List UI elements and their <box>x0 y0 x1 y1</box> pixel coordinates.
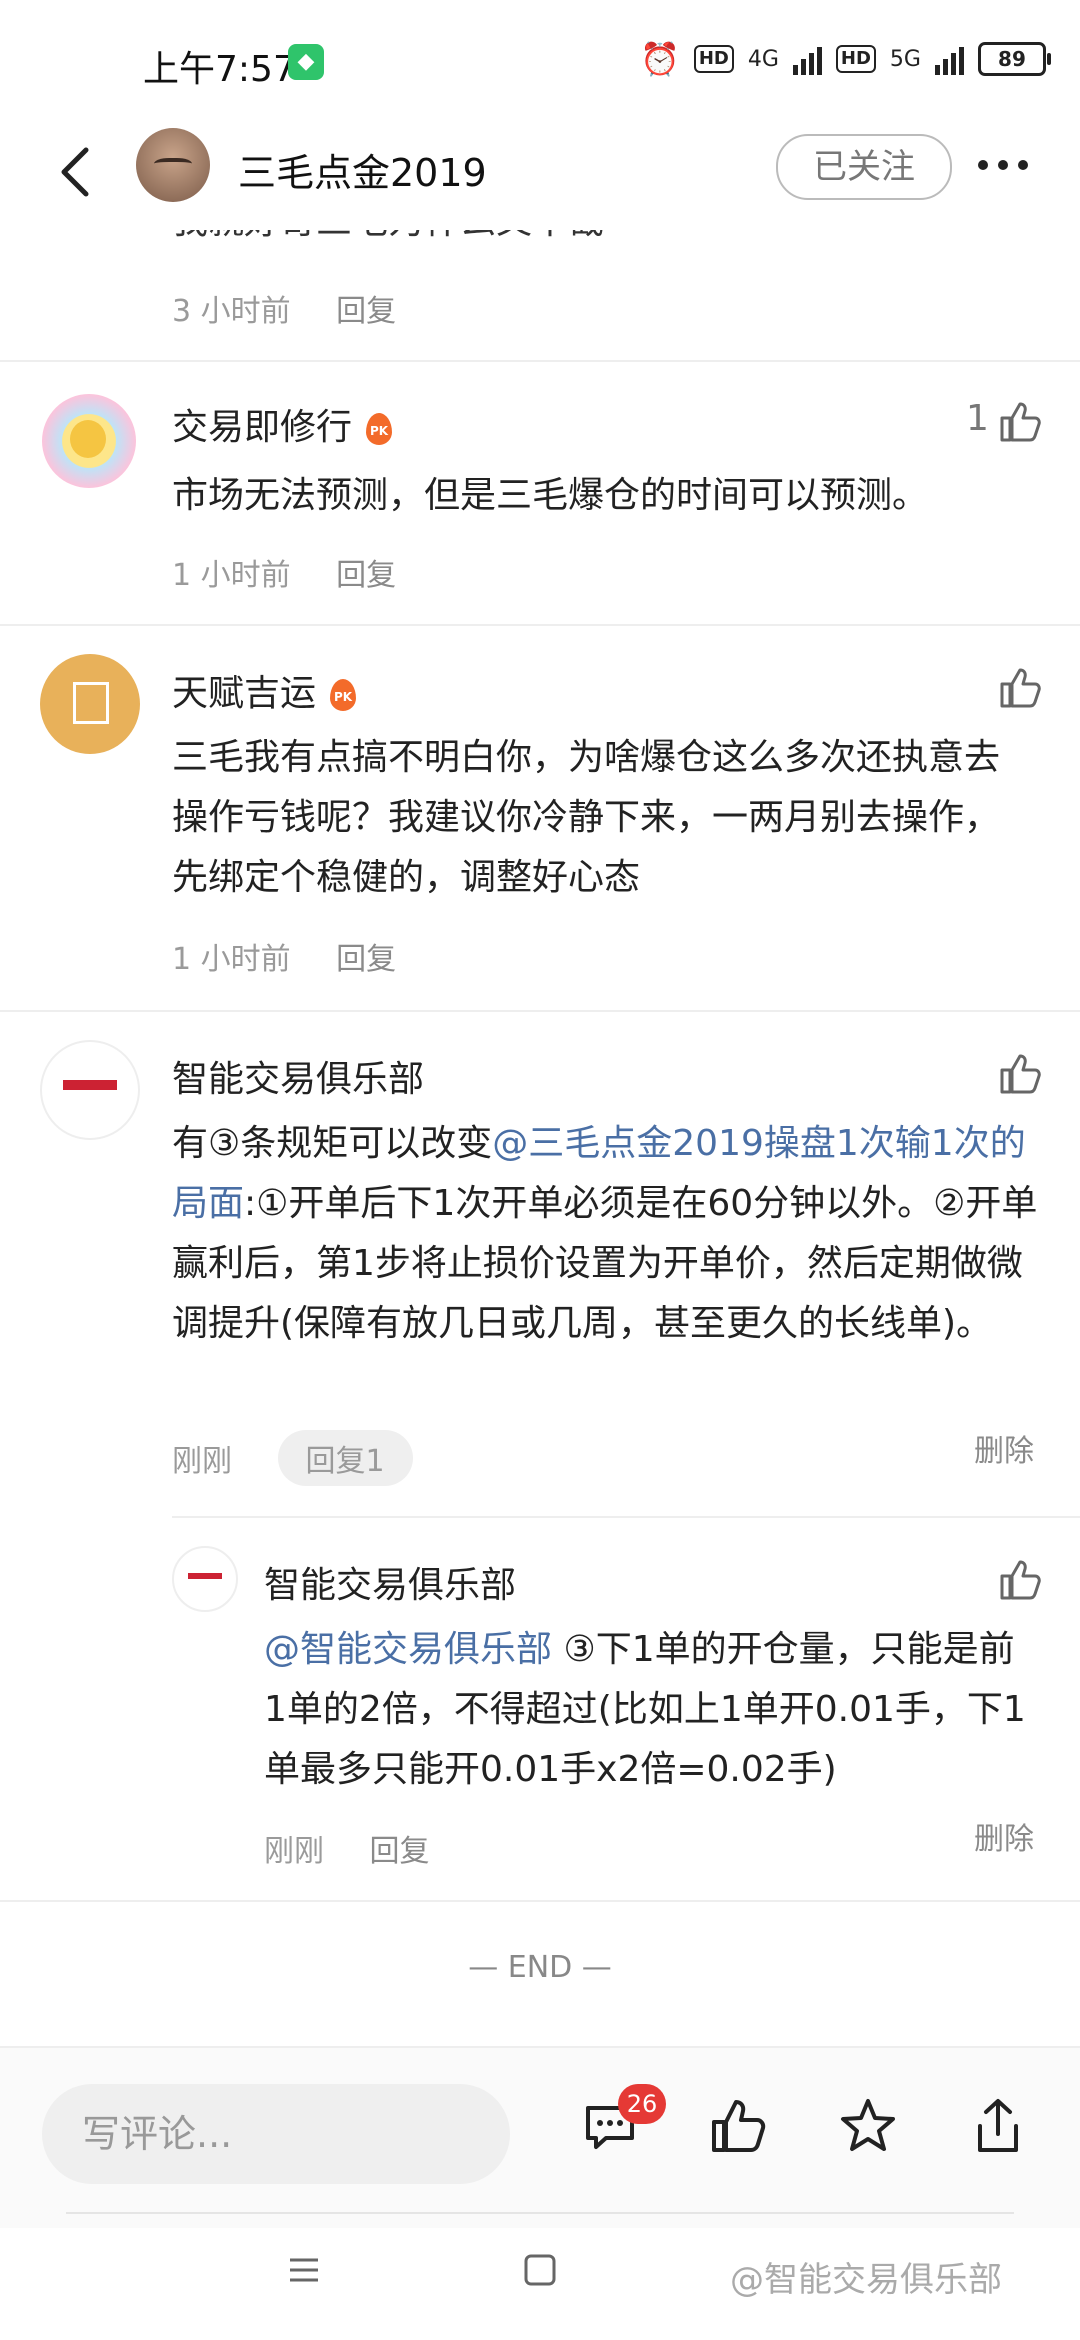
like-icon[interactable] <box>998 1052 1042 1096</box>
back-icon[interactable] <box>48 142 108 202</box>
signal-icon <box>792 43 822 75</box>
status-bar: 上午7:57 ◆ ⏰ HD 4G HD 5G 89 <box>0 0 1080 120</box>
user-avatar[interactable] <box>40 654 140 754</box>
hd-icon: HD <box>693 45 734 73</box>
comment-time: 1 小时前 <box>172 558 291 593</box>
home-nav-icon[interactable] <box>520 2250 560 2290</box>
watermark: @智能交易俱乐部 <box>730 2260 1002 2300</box>
comment-count-badge: 26 <box>618 2084 666 2124</box>
user-avatar[interactable] <box>42 394 136 488</box>
comment-meta: 刚刚 回复1 <box>172 1430 449 1486</box>
top-header: 三毛点金2019 已关注 <box>0 120 1080 230</box>
comment-meta: 1 小时前 回复 <box>172 934 432 978</box>
like-icon[interactable] <box>998 666 1042 710</box>
reply-button[interactable]: 回复 <box>370 1834 430 1869</box>
reply-time: 刚刚 <box>264 1834 324 1869</box>
nav-divider <box>66 2212 1014 2214</box>
comment-author[interactable]: 天赋吉运 PK <box>172 664 357 716</box>
status-icons: ⏰ HD 4G HD 5G 89 <box>640 40 1051 78</box>
comment-time: 1 小时前 <box>172 942 291 977</box>
comment-text: 三毛我有点搞不明白你，为啥爆仓这么多次还执意去操作亏钱呢？我建议你冷静下来，一两… <box>172 737 1001 898</box>
more-icon[interactable] <box>978 160 1028 170</box>
comment-author[interactable]: 交易即修行 PK <box>172 398 393 450</box>
like-icon[interactable] <box>998 1558 1042 1602</box>
delete-button[interactable]: 删除 <box>974 1814 1034 1858</box>
divider <box>0 624 1080 626</box>
reply-author[interactable]: 智能交易俱乐部 <box>264 1556 516 1608</box>
divider <box>172 1516 1080 1518</box>
signal-icon-2 <box>934 43 964 75</box>
comment-time: 3 小时前 <box>172 294 291 329</box>
follow-button[interactable]: 已关注 <box>776 134 952 200</box>
reply-button[interactable]: 回复 <box>336 294 396 329</box>
user-avatar[interactable] <box>40 1040 140 1140</box>
page-title[interactable]: 三毛点金2019 <box>238 142 487 197</box>
like-icon[interactable] <box>998 400 1042 444</box>
user-avatar[interactable] <box>172 1546 238 1612</box>
status-time: 上午7:57 <box>143 49 296 90</box>
pk-badge-icon: PK <box>330 679 357 711</box>
comment-text: 有③条规矩可以改变@三毛点金2019操盘1次输1次的局面:①开单后下1次开单必须… <box>172 1123 1038 1344</box>
end-label: — END — <box>468 1950 612 1985</box>
star-icon[interactable] <box>838 2096 898 2156</box>
menu-nav-icon[interactable] <box>284 2250 324 2290</box>
comment-meta: 1 小时前 回复 <box>172 550 432 594</box>
comment-author[interactable]: 智能交易俱乐部 <box>172 1050 424 1102</box>
like-count: 1 <box>966 398 989 439</box>
author-avatar[interactable] <box>136 128 210 202</box>
mention-link[interactable]: @智能交易俱乐部 <box>264 1629 552 1670</box>
comment-input[interactable]: 写评论... <box>42 2084 510 2184</box>
like-icon[interactable] <box>708 2096 768 2156</box>
battery-icon: 89 <box>977 42 1051 76</box>
divider <box>0 360 1080 362</box>
share-icon[interactable] <box>968 2096 1028 2156</box>
divider <box>0 1900 1080 1902</box>
alarm-icon: ⏰ <box>640 40 680 78</box>
comment-meta: 3 小时前 回复 <box>172 286 432 330</box>
network-5g-label: 5G <box>889 46 921 72</box>
comment-time: 刚刚 <box>172 1444 232 1479</box>
hd-icon-2: HD <box>835 45 876 73</box>
pk-badge-icon: PK <box>366 413 393 445</box>
reply-button[interactable]: 回复1 <box>277 1430 413 1486</box>
reply-button[interactable]: 回复 <box>336 942 396 977</box>
comment-text: 市场无法预测，但是三毛爆仓的时间可以预测。 <box>172 475 929 516</box>
divider <box>0 1010 1080 1012</box>
reply-text: @智能交易俱乐部 ③下1单的开仓量，只能是前1单的2倍，不得超过(比如上1单开0… <box>264 1629 1026 1790</box>
reply-button[interactable]: 回复 <box>336 558 396 593</box>
reply-meta: 刚刚 回复 <box>264 1826 466 1870</box>
delete-button[interactable]: 删除 <box>974 1426 1034 1470</box>
bottom-action-bar: 写评论... 26 <box>0 2046 1080 2228</box>
app-status-icon: ◆ <box>288 44 324 80</box>
network-4g-label: 4G <box>747 46 779 72</box>
